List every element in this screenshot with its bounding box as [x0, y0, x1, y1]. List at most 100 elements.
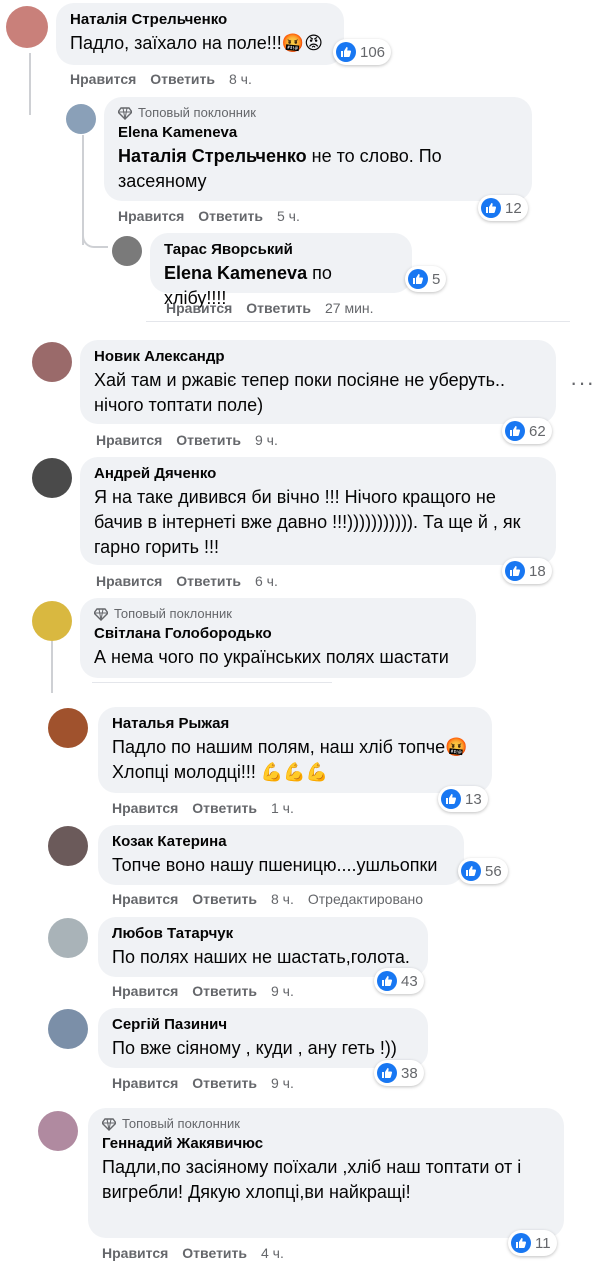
- reply-button[interactable]: Ответить: [182, 1245, 247, 1261]
- comment-author[interactable]: Новик Александр: [94, 348, 542, 365]
- like-button[interactable]: Нравится: [112, 891, 178, 907]
- mention-link[interactable]: Наталія Стрельченко: [118, 146, 307, 166]
- like-icon: [481, 198, 501, 218]
- comment-time[interactable]: 9 ч.: [271, 983, 294, 999]
- comment-bubble: Новик Александр Хай там и ржавіє тепер п…: [80, 340, 556, 424]
- like-icon: [505, 561, 525, 581]
- reaction-count[interactable]: 5: [405, 266, 447, 292]
- like-button[interactable]: Нравится: [118, 208, 184, 224]
- comment-actions: Нравится Ответить 9 ч.: [96, 432, 292, 448]
- mention-link[interactable]: Elena Kameneva: [164, 263, 307, 283]
- comment-time[interactable]: 9 ч.: [255, 432, 278, 448]
- comment-time[interactable]: 1 ч.: [271, 800, 294, 816]
- diamond-icon: [94, 607, 108, 621]
- reaction-count[interactable]: 18: [502, 558, 552, 584]
- comment-bubble: Топовый поклонник Elena Kameneva Наталія…: [104, 97, 532, 201]
- thread-curve: [29, 95, 63, 117]
- reply-button[interactable]: Ответить: [192, 983, 257, 999]
- comment-author[interactable]: Наталія Стрельченко: [70, 11, 330, 28]
- reply-button[interactable]: Ответить: [150, 71, 215, 87]
- comment-bubble: Козак Катерина Топче воно нашу пшеницю..…: [98, 825, 464, 885]
- comment-time[interactable]: 8 ч.: [229, 71, 252, 87]
- like-button[interactable]: Нравится: [96, 432, 162, 448]
- avatar[interactable]: [48, 918, 88, 958]
- like-button[interactable]: Нравится: [112, 1075, 178, 1091]
- comment-author[interactable]: Козак Катерина: [112, 833, 450, 850]
- like-icon: [461, 861, 481, 881]
- reply-button[interactable]: Ответить: [192, 891, 257, 907]
- avatar[interactable]: [38, 1111, 78, 1151]
- comment-time[interactable]: 27 мин.: [325, 300, 374, 316]
- like-button[interactable]: Нравится: [166, 300, 232, 316]
- comment-text: Падло по нашим полям, наш хліб топче🤬 Хл…: [112, 737, 468, 782]
- avatar[interactable]: [6, 6, 48, 48]
- like-icon: [441, 789, 461, 809]
- reaction-count[interactable]: 43: [374, 968, 424, 994]
- comment-text: Наталія Стрельченко не то слово. По засе…: [118, 146, 442, 191]
- avatar[interactable]: [48, 708, 88, 748]
- reply-button[interactable]: Ответить: [176, 573, 241, 589]
- like-button[interactable]: Нравится: [112, 983, 178, 999]
- comment-actions: Нравится Ответить 5 ч.: [118, 208, 314, 224]
- avatar[interactable]: [32, 342, 72, 382]
- reply-button[interactable]: Ответить: [176, 432, 241, 448]
- comment-text: Я на таке дивився би вічно !!! Нічого кр…: [94, 487, 521, 557]
- comment-text: Хай там и ржавіє тепер поки посіяне не у…: [94, 370, 506, 415]
- comment-actions: Нравится Ответить 6 ч.: [96, 573, 292, 589]
- like-button[interactable]: Нравится: [70, 71, 136, 87]
- comment-time[interactable]: 4 ч.: [261, 1245, 284, 1261]
- comment-actions: Нравится Ответить 1 ч.: [112, 800, 308, 816]
- reaction-count[interactable]: 38: [374, 1060, 424, 1086]
- reaction-count[interactable]: 62: [502, 418, 552, 444]
- diamond-icon: [118, 106, 132, 120]
- comment-bubble: Любов Татарчук По полях наших не шастать…: [98, 917, 428, 977]
- comment-author[interactable]: Тарас Яворський: [164, 241, 398, 258]
- reaction-count[interactable]: 12: [478, 195, 528, 221]
- reaction-count[interactable]: 11: [508, 1230, 557, 1256]
- comment-text: По вже сіяному , куди , ану геть !)): [112, 1038, 397, 1058]
- comment-author[interactable]: Любов Татарчук: [112, 925, 414, 942]
- reaction-count[interactable]: 106: [333, 39, 392, 65]
- more-options-icon[interactable]: ···: [570, 370, 595, 396]
- avatar[interactable]: [48, 826, 88, 866]
- reaction-number: 13: [465, 790, 482, 808]
- reply-button[interactable]: Ответить: [192, 800, 257, 816]
- comment-actions: Нравится Ответить 8 ч. Отредактировано: [112, 891, 437, 907]
- avatar[interactable]: [66, 104, 96, 134]
- avatar[interactable]: [32, 601, 72, 641]
- top-fan-badge: Топовый поклонник: [94, 606, 462, 621]
- like-button[interactable]: Нравится: [112, 800, 178, 816]
- reaction-count[interactable]: 56: [458, 858, 508, 884]
- comment-time[interactable]: 6 ч.: [255, 573, 278, 589]
- edited-label[interactable]: Отредактировано: [308, 891, 423, 907]
- comment-author[interactable]: Наталья Рыжая: [112, 715, 478, 732]
- comment-text: Падло, заїхало на поле!!!🤬😡: [70, 33, 323, 53]
- comment-actions: Нравится Ответить 8 ч.: [70, 71, 266, 87]
- like-button[interactable]: Нравится: [102, 1245, 168, 1261]
- comment-author[interactable]: Геннадий Жакявичюс: [102, 1135, 550, 1152]
- reply-button[interactable]: Ответить: [192, 1075, 257, 1091]
- comment-author[interactable]: Сергій Пазинич: [112, 1016, 414, 1033]
- reply-button[interactable]: Ответить: [198, 208, 263, 224]
- comment-text: Топче воно нашу пшеницю....ушльопки: [112, 855, 438, 875]
- comment-author[interactable]: Андрей Дяченко: [94, 465, 542, 482]
- comment-time[interactable]: 9 ч.: [271, 1075, 294, 1091]
- avatar[interactable]: [112, 236, 142, 266]
- comment-author[interactable]: Світлана Голобородько: [94, 625, 462, 642]
- thread-curve: [82, 228, 108, 248]
- avatar[interactable]: [32, 458, 72, 498]
- avatar[interactable]: [48, 1009, 88, 1049]
- like-icon: [505, 421, 525, 441]
- comment-author[interactable]: Elena Kameneva: [118, 124, 518, 141]
- comment-text: Падли,по засіяному поїхали ,хліб наш топ…: [102, 1157, 522, 1202]
- comment-time[interactable]: 8 ч.: [271, 891, 294, 907]
- comment-time[interactable]: 5 ч.: [277, 208, 300, 224]
- like-button[interactable]: Нравится: [96, 573, 162, 589]
- reply-button[interactable]: Ответить: [246, 300, 311, 316]
- reaction-number: 38: [401, 1064, 418, 1082]
- reaction-number: 62: [529, 422, 546, 440]
- diamond-icon: [102, 1117, 116, 1131]
- reaction-number: 43: [401, 972, 418, 990]
- reaction-number: 11: [535, 1234, 551, 1252]
- reaction-count[interactable]: 13: [438, 786, 488, 812]
